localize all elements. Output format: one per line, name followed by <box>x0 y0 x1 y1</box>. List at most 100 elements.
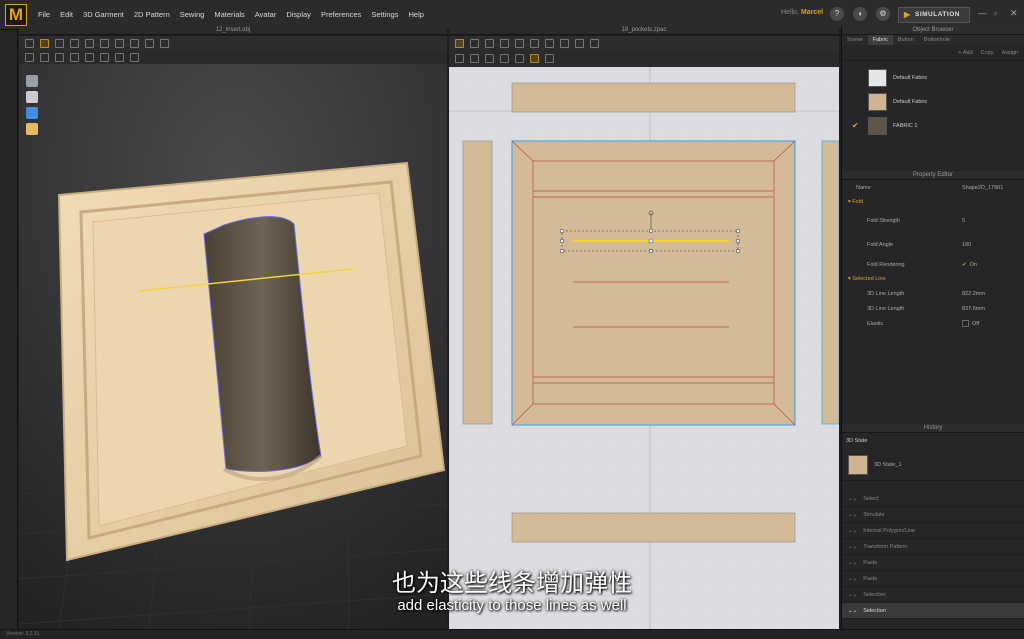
chevron-icon: ⌄⌄ <box>848 543 858 550</box>
fold-icon[interactable] <box>130 38 139 48</box>
steam-icon[interactable] <box>160 38 169 48</box>
transform-icon[interactable] <box>25 38 34 48</box>
checkmark-icon[interactable]: ✔ <box>962 262 967 268</box>
menu-edit[interactable]: Edit <box>55 10 78 19</box>
minimize-icon[interactable]: — <box>978 8 987 18</box>
line-icon[interactable] <box>100 52 109 62</box>
close-icon[interactable]: ✕ <box>1010 8 1018 19</box>
fold-angle-value[interactable]: 180 <box>962 242 971 248</box>
viewport-2d[interactable] <box>449 36 839 629</box>
viewport3d-title: 12_insert.obj <box>19 26 447 35</box>
pattern-top-strip[interactable] <box>511 82 796 113</box>
select-mesh-icon[interactable] <box>40 38 49 48</box>
camera-icon[interactable] <box>26 107 38 119</box>
left-tool-strip <box>0 30 18 629</box>
button-icon[interactable] <box>115 52 124 62</box>
avatar-icon[interactable] <box>26 91 38 103</box>
settings-icon[interactable]: ⚙ <box>876 7 890 21</box>
stitch-icon[interactable] <box>130 52 139 62</box>
menu-3d-garment[interactable]: 3D Garment <box>78 10 129 19</box>
history-title: History <box>842 424 1024 433</box>
fold-arrangement-icon[interactable] <box>530 54 539 63</box>
tab-fabric[interactable]: Fabric <box>867 35 893 45</box>
internal-line-icon[interactable] <box>560 38 569 48</box>
history-item[interactable]: ⌄⌄ Simulate <box>842 507 1024 523</box>
pin-2d-icon[interactable] <box>500 54 509 63</box>
status-bar: Version: 3.2.31 <box>0 629 1024 639</box>
segment-sewing-icon[interactable] <box>455 54 464 63</box>
history-state-item[interactable]: 3D State_1 <box>842 449 1024 481</box>
add-point-icon[interactable] <box>500 38 509 48</box>
menu-2d-pattern[interactable]: 2D Pattern <box>129 10 175 19</box>
maximize-icon[interactable]: ▫ <box>994 8 997 18</box>
rectangle-icon[interactable] <box>530 38 539 48</box>
polygon-icon[interactable] <box>515 38 524 48</box>
dart-icon[interactable] <box>575 38 584 48</box>
viewport2d-header: 18_pockets.zpac <box>449 26 839 35</box>
viewport3d-toolbar-2 <box>19 50 447 64</box>
fabric-item[interactable]: Default Fabric <box>842 66 1024 90</box>
avatar-display-icon[interactable] <box>40 52 49 62</box>
elastic-row: Elastic Off <box>867 320 980 327</box>
edit-pattern-icon[interactable] <box>455 38 464 48</box>
selected-line-section[interactable]: ▾ Selected Line <box>842 272 1024 286</box>
viewport-3d[interactable] <box>19 64 447 629</box>
edit-curve-icon[interactable] <box>485 38 494 48</box>
history-item[interactable]: ⌄⌄ Internal Polygon/Line <box>842 523 1024 539</box>
menu-display[interactable]: Display <box>281 10 316 19</box>
menu-file[interactable]: File <box>33 10 55 19</box>
measure-icon[interactable] <box>100 38 109 48</box>
notch-icon[interactable] <box>545 54 554 63</box>
line-length-2d-row: 3D Line Length 837.6mm <box>867 305 985 312</box>
shape-name-value[interactable]: Shape2D_17901 <box>962 185 1003 191</box>
menu-materials[interactable]: Materials <box>209 10 249 19</box>
assign-fabric-button[interactable]: Assign <box>1001 50 1018 56</box>
select-lasso-icon[interactable] <box>70 38 79 48</box>
fabric-item[interactable]: Default Fabric <box>842 90 1024 114</box>
app-logo[interactable]: M <box>5 3 27 26</box>
menu-sewing[interactable]: Sewing <box>175 10 210 19</box>
add-fabric-button[interactable]: + Add <box>958 50 972 56</box>
pattern-bottom-strip[interactable] <box>511 512 796 543</box>
elastic-value: Off <box>972 320 980 327</box>
arrange-icon[interactable] <box>145 38 154 48</box>
texture-icon[interactable] <box>55 52 64 62</box>
history-item[interactable]: ⌄⌄ Transform Pattern <box>842 539 1024 555</box>
pattern-canvas[interactable] <box>449 67 839 629</box>
fold-strength-value[interactable]: 5 <box>962 218 965 224</box>
history-state-header: 3D State <box>846 438 868 444</box>
tab-button[interactable]: Button <box>893 35 919 45</box>
pattern-main-panel[interactable] <box>511 140 796 426</box>
fold-section[interactable]: ▾ Fold <box>842 195 1024 209</box>
seam-icon[interactable] <box>590 38 599 48</box>
copy-fabric-button[interactable]: Copy <box>981 50 994 56</box>
garment-icon[interactable] <box>25 52 34 62</box>
pin-icon[interactable] <box>85 38 94 48</box>
shaded-icon[interactable] <box>70 52 79 62</box>
tack-icon[interactable] <box>115 38 124 48</box>
simulation-button[interactable]: ▶ SIMULATION <box>898 7 970 23</box>
volume-icon[interactable]: ◖ <box>853 7 867 21</box>
menu-settings[interactable]: Settings <box>366 10 403 19</box>
face-icon[interactable] <box>26 123 38 135</box>
menu-avatar[interactable]: Avatar <box>250 10 282 19</box>
mesh-icon[interactable] <box>85 52 94 62</box>
pattern-left-strip[interactable] <box>462 140 493 425</box>
elastic-checkbox[interactable] <box>962 320 969 327</box>
shirt-icon[interactable] <box>26 75 38 87</box>
trace-icon[interactable] <box>515 54 524 63</box>
menu-preferences[interactable]: Preferences <box>316 10 366 19</box>
tab-scene[interactable]: Scene <box>842 35 868 45</box>
free-sewing-icon[interactable] <box>470 54 479 63</box>
tab-buttonhole[interactable]: Buttonhole <box>919 35 955 45</box>
select-box-icon[interactable] <box>55 38 64 48</box>
history-item[interactable]: ⌄⌄ Select <box>842 491 1024 507</box>
fabric-item[interactable]: ✔ FABRIC 1 <box>842 114 1024 138</box>
viewport3d-toolbar-1 <box>19 36 447 50</box>
edit-point-icon[interactable] <box>470 38 479 48</box>
help-icon[interactable]: ? <box>830 7 844 21</box>
circle-icon[interactable] <box>545 38 554 48</box>
menu-help[interactable]: Help <box>403 10 428 19</box>
texture-edit-icon[interactable] <box>485 54 494 63</box>
pattern-right-strip[interactable] <box>821 140 839 425</box>
